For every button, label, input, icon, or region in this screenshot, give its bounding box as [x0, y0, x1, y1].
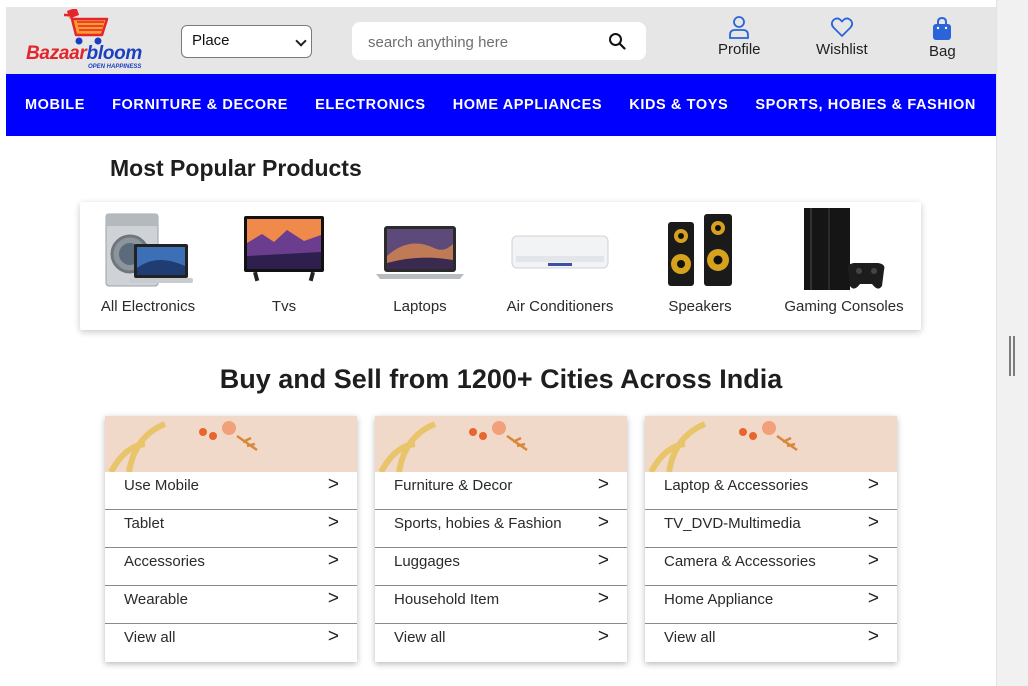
chevron-right-icon: >	[327, 550, 339, 571]
category-row[interactable]: Household Item >	[375, 586, 627, 624]
nav-item-mobile[interactable]: MOBILE	[25, 97, 85, 113]
chevron-right-icon: >	[327, 588, 339, 609]
popular-item-speakers[interactable]: Speakers	[660, 202, 740, 330]
gaming-console-image	[804, 208, 885, 290]
category-row[interactable]: Use Mobile >	[105, 472, 357, 510]
chevron-right-icon: >	[597, 512, 609, 533]
view-all-row[interactable]: View all >	[375, 624, 627, 662]
user-icon	[729, 16, 750, 39]
profile-label: Profile	[718, 41, 761, 58]
category-nav: MOBILE FORNITURE & DECORE ELECTRONICS HO…	[6, 74, 996, 136]
cities-title: Buy and Sell from 1200+ Cities Across In…	[219, 364, 783, 394]
popular-item-label: All Electronics	[100, 298, 196, 315]
category-row[interactable]: Home Appliance >	[645, 586, 897, 624]
wishlist-label: Wishlist	[816, 41, 868, 58]
chevron-down-icon	[295, 35, 307, 47]
bag-icon	[933, 17, 952, 40]
category-row[interactable]: Luggages >	[375, 548, 627, 586]
category-row[interactable]: Laptop & Accessories >	[645, 472, 897, 510]
bag-label: Bag	[929, 43, 956, 60]
category-card: Furniture & Decor > Sports, hobies & Fas…	[375, 416, 627, 662]
search-icon[interactable]	[608, 32, 626, 50]
nav-item-home-appliances[interactable]: HOME APPLIANCES	[453, 97, 602, 113]
chevron-right-icon: >	[867, 512, 879, 533]
popular-item-gaming-consoles[interactable]: Gaming Consoles	[784, 202, 904, 330]
scrollbar-thumb[interactable]	[1009, 336, 1015, 376]
profile-link[interactable]: Profile	[718, 15, 761, 58]
nav-item-electronics[interactable]: ELECTRONICS	[315, 97, 426, 113]
category-row[interactable]: Wearable >	[105, 586, 357, 624]
scrollbar[interactable]	[996, 0, 1028, 686]
chevron-right-icon: >	[867, 550, 879, 571]
popular-item-air-conditioners[interactable]: Air Conditioners	[507, 202, 613, 330]
wishlist-link[interactable]: Wishlist	[816, 15, 868, 58]
chevron-right-icon: >	[327, 474, 339, 495]
nav-item-furniture-decor[interactable]: FORNITURE & DECORE	[112, 97, 288, 113]
view-all-row[interactable]: View all >	[105, 624, 357, 662]
brand-tagline: OPEN HAPPINESS	[88, 64, 142, 70]
popular-item-label: Gaming Consoles	[784, 298, 904, 315]
search-box	[352, 22, 646, 62]
category-card: Use Mobile > Tablet > Accessories > Wear…	[105, 416, 357, 662]
category-card: Laptop & Accessories > TV_DVD-Multimedia…	[645, 416, 897, 662]
category-row[interactable]: Accessories >	[105, 548, 357, 586]
brand-name: Bazaarbloom	[26, 43, 143, 64]
chevron-right-icon: >	[597, 626, 609, 647]
chevron-right-icon: >	[867, 588, 879, 609]
popular-item-all-electronics[interactable]: All Electronics	[101, 202, 195, 330]
popular-products-card: All Electronics Tvs Laptops Air Conditio…	[80, 202, 921, 330]
site-header: Bazaarbloom OPEN HAPPINESS Place Profile	[6, 7, 996, 74]
chevron-right-icon: >	[867, 474, 879, 495]
speakers-image	[668, 214, 732, 286]
category-row[interactable]: Sports, hobies & Fashion >	[375, 510, 627, 548]
place-select-value: Place	[192, 32, 230, 49]
category-row[interactable]: Camera & Accessories >	[645, 548, 897, 586]
view-all-row[interactable]: View all >	[645, 624, 897, 662]
browser-top-band	[0, 0, 1028, 7]
page: Bazaarbloom OPEN HAPPINESS Place Profile	[6, 7, 996, 686]
tv-image	[244, 216, 324, 282]
brand-logo[interactable]: Bazaarbloom OPEN HAPPINESS	[26, 9, 146, 73]
search-input[interactable]	[366, 22, 600, 62]
laptop-image	[376, 226, 464, 279]
washing-machine-laptop-image	[105, 213, 193, 287]
bag-link[interactable]: Bag	[929, 17, 956, 60]
air-conditioner-image	[511, 235, 609, 269]
floral-banner-image	[375, 416, 627, 472]
popular-item-laptops[interactable]: Laptops	[374, 202, 466, 330]
chevron-right-icon: >	[327, 512, 339, 533]
cart-logo-icon	[64, 9, 109, 45]
chevron-right-icon: >	[867, 626, 879, 647]
category-row[interactable]: Furniture & Decor >	[375, 472, 627, 510]
place-select[interactable]: Place	[181, 25, 312, 58]
popular-item-label: Tvs	[271, 298, 297, 315]
category-row[interactable]: Tablet >	[105, 510, 357, 548]
heart-icon	[830, 17, 853, 37]
popular-products-title: Most Popular Products	[110, 155, 362, 181]
chevron-right-icon: >	[597, 474, 609, 495]
floral-banner-image	[645, 416, 897, 472]
chevron-right-icon: >	[327, 626, 339, 647]
popular-item-label: Speakers	[668, 298, 732, 315]
popular-item-label: Air Conditioners	[506, 298, 614, 315]
chevron-right-icon: >	[597, 550, 609, 571]
floral-banner-image	[105, 416, 357, 472]
popular-item-tvs[interactable]: Tvs	[242, 202, 326, 330]
nav-item-sports-hobbies-fashion[interactable]: SPORTS, HOBIES & FASHION	[755, 97, 976, 113]
nav-item-kids-toys[interactable]: KIDS & TOYS	[629, 97, 728, 113]
category-row[interactable]: TV_DVD-Multimedia >	[645, 510, 897, 548]
popular-item-label: Laptops	[393, 298, 447, 315]
chevron-right-icon: >	[597, 588, 609, 609]
